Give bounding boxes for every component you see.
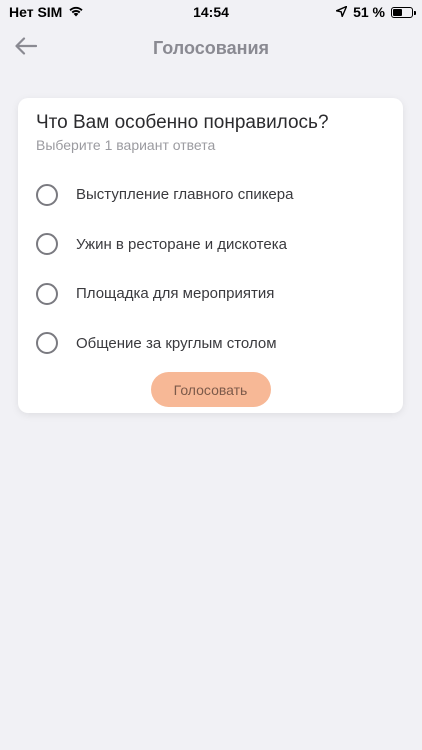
- poll-question: Что Вам особенно понравилось?: [36, 112, 329, 133]
- back-button[interactable]: [12, 34, 40, 62]
- option-label: Площадка для мероприятия: [76, 285, 275, 303]
- back-arrow-icon: [15, 36, 38, 60]
- vote-wrap: Голосовать: [36, 372, 385, 407]
- radio-button[interactable]: [36, 183, 58, 206]
- status-bar: Нет SIM 14:54 51 %: [0, 0, 422, 24]
- option-label: Общение за круглым столом: [76, 334, 277, 352]
- option-label: Ужин в ресторане и дискотека: [76, 235, 287, 253]
- wifi-icon: [68, 4, 84, 20]
- radio-button[interactable]: [36, 282, 58, 305]
- status-left: Нет SIM: [0, 4, 84, 20]
- vote-button[interactable]: Голосовать: [150, 372, 271, 407]
- battery-percent: 51 %: [353, 4, 385, 20]
- poll-option[interactable]: Ужин в ресторане и дискотека: [36, 220, 385, 270]
- poll-option[interactable]: Выступление главного спикера: [36, 170, 385, 220]
- battery-fill: [393, 8, 403, 16]
- battery-icon: [391, 6, 416, 18]
- poll-hint: Выберите 1 вариант ответа: [36, 137, 216, 153]
- poll-option[interactable]: Площадка для мероприятия: [36, 269, 385, 319]
- carrier-label: Нет SIM: [9, 4, 63, 20]
- status-right: 51 %: [335, 4, 422, 20]
- location-arrow-icon: [335, 4, 348, 20]
- page-title: Голосования: [152, 37, 270, 58]
- app-header: Голосования: [0, 24, 422, 72]
- radio-button[interactable]: [36, 332, 58, 355]
- poll-options: Выступление главного спикера Ужин в рест…: [36, 170, 385, 368]
- radio-button[interactable]: [36, 233, 58, 256]
- poll-card: Что Вам особенно понравилось? Выберите 1…: [18, 98, 403, 413]
- option-label: Выступление главного спикера: [76, 186, 294, 204]
- poll-option[interactable]: Общение за круглым столом: [36, 319, 385, 369]
